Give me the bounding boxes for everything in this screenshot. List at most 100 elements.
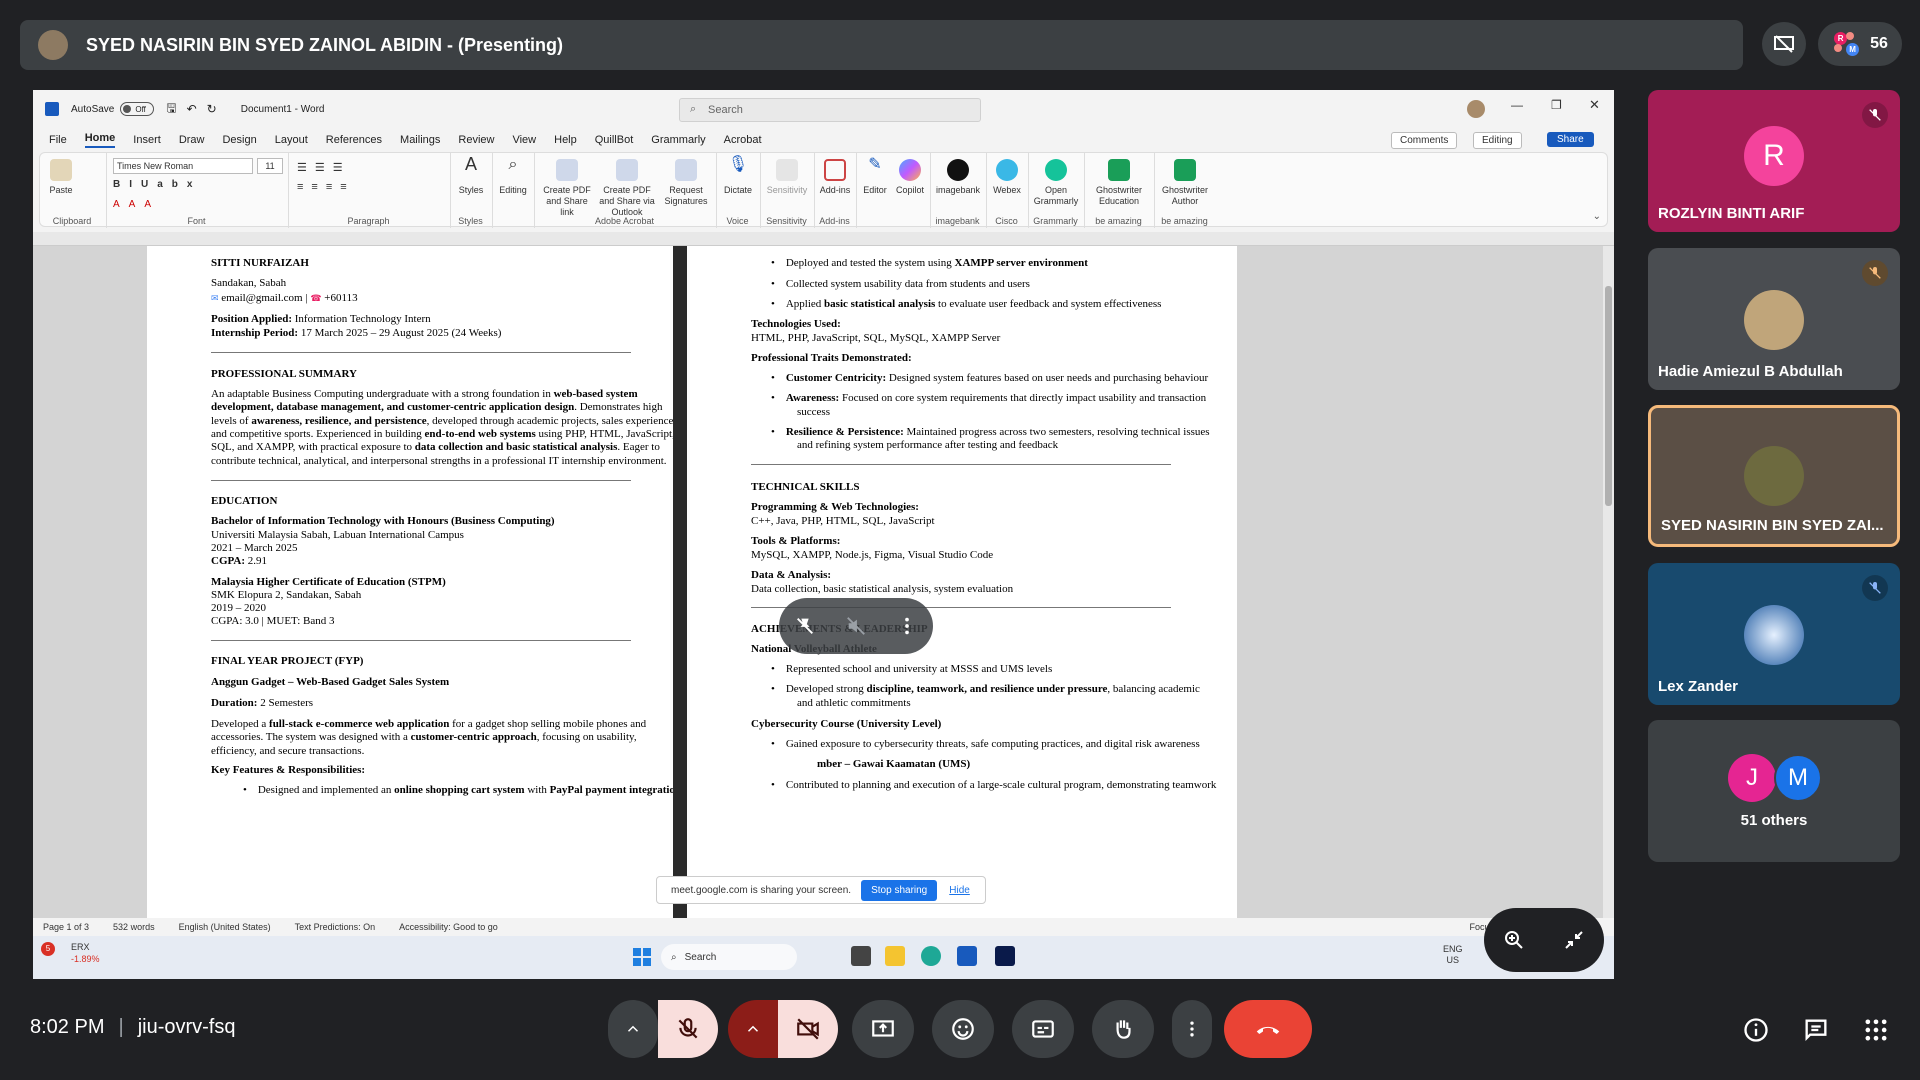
audio-off-icon[interactable]	[845, 615, 867, 637]
participant-tile[interactable]: Lex Zander	[1648, 563, 1900, 705]
others-tile[interactable]: J M 51 others	[1648, 720, 1900, 862]
edu2-dates: 2019 – 2020	[211, 602, 266, 614]
ribbon-collapse-icon[interactable]: ⌄	[1593, 211, 1601, 222]
undo-icon[interactable]: ↶	[187, 102, 197, 116]
share-button[interactable]: Share	[1547, 132, 1594, 147]
zoom-in-icon[interactable]	[1502, 928, 1526, 952]
app-icon-edge[interactable]	[921, 946, 941, 966]
present-screen-button[interactable]	[852, 1000, 914, 1058]
ghostwriter-education-button[interactable]: Ghostwriter Education	[1087, 159, 1151, 207]
redo-icon[interactable]: ↻	[207, 102, 217, 116]
app-icon-taskview[interactable]	[851, 946, 871, 966]
unpin-icon[interactable]	[794, 615, 816, 637]
tab-grammarly[interactable]: Grammarly	[651, 134, 705, 146]
close-icon[interactable]: ✕	[1589, 97, 1600, 113]
reactions-button[interactable]	[932, 1000, 994, 1058]
font-size-select[interactable]: 11	[257, 158, 283, 174]
open-grammarly-button[interactable]: Open Grammarly	[1031, 159, 1081, 207]
tab-file[interactable]: File	[49, 134, 67, 146]
vertical-scrollbar[interactable]	[1603, 246, 1614, 918]
period-value: 17 March 2025 – 29 August 2025 (24 Weeks…	[298, 327, 502, 339]
editor-button[interactable]: ✎ Editor	[859, 157, 891, 196]
comments-button[interactable]: Comments	[1391, 132, 1458, 149]
chat-icon[interactable]	[1802, 1016, 1830, 1049]
addins-button[interactable]: Add-ins	[817, 159, 853, 196]
skill1-label: Programming & Web Technologies:	[751, 501, 919, 513]
tab-mailings[interactable]: Mailings	[400, 134, 440, 146]
camera-toggle-button[interactable]	[778, 1000, 838, 1058]
participant-tile[interactable]: Hadie Amiezul B Abdullah	[1648, 248, 1900, 390]
color-buttons[interactable]: AAA	[113, 199, 160, 210]
tab-insert[interactable]: Insert	[133, 134, 161, 146]
paste-button[interactable]: Paste	[46, 159, 76, 196]
fyp-line: efficiency, and secure transactions.	[211, 744, 365, 757]
tab-help[interactable]: Help	[554, 134, 577, 146]
app-icon-explorer[interactable]	[885, 946, 905, 966]
ghostwriter-author-button[interactable]: Ghostwriter Author	[1157, 159, 1213, 207]
more-options-button[interactable]	[1172, 1000, 1212, 1058]
meeting-details-icon[interactable]	[1742, 1016, 1770, 1049]
video-options-button[interactable]	[728, 1000, 778, 1058]
autosave-toggle[interactable]: Off	[120, 102, 155, 116]
word-count: 532 words	[113, 922, 155, 932]
captions-button[interactable]	[1012, 1000, 1074, 1058]
participant-tile[interactable]: R ROZLYIN BINTI ARIF	[1648, 90, 1900, 232]
language-status[interactable]: English (United States)	[179, 922, 271, 932]
tab-view[interactable]: View	[512, 134, 536, 146]
taskbar-search[interactable]: ⌕ Search	[661, 944, 797, 970]
audio-options-button[interactable]	[608, 1000, 658, 1058]
app-icon-webex[interactable]	[995, 946, 1015, 966]
minimize-icon[interactable]: —	[1511, 98, 1523, 112]
sensitivity-button[interactable]: Sensitivity	[763, 159, 811, 196]
participant-tile-speaking[interactable]: SYED NASIRIN BIN SYED ZAI...	[1648, 405, 1900, 547]
word-search-box[interactable]: ⌕ Search	[679, 98, 981, 122]
editing-mode-button[interactable]: Editing	[1473, 132, 1522, 149]
activities-icon[interactable]	[1862, 1016, 1890, 1049]
editing-button[interactable]: ⌕ Editing	[495, 157, 531, 196]
skill3-label: Data & Analysis:	[751, 569, 832, 581]
restore-icon[interactable]: ❐	[1551, 98, 1562, 112]
fyp-duration-label: Duration:	[211, 697, 258, 709]
scroll-thumb[interactable]	[1605, 286, 1612, 506]
participants-count: 56	[1870, 35, 1888, 52]
more-options-icon[interactable]	[896, 615, 918, 637]
request-signatures-button[interactable]: Request Signatures	[661, 159, 711, 207]
leave-call-button[interactable]	[1224, 1000, 1312, 1058]
windows-start-icon[interactable]	[633, 948, 651, 966]
list-buttons[interactable]: ☰☰☰	[297, 161, 351, 174]
tab-acrobat[interactable]: Acrobat	[724, 134, 762, 146]
account-avatar[interactable]	[1467, 100, 1485, 118]
tab-home[interactable]: Home	[84, 132, 116, 148]
exit-fullscreen-icon[interactable]	[1562, 928, 1586, 952]
dictate-button[interactable]: 🎙 Dictate	[719, 157, 757, 196]
language-indicator[interactable]: ENG US	[1443, 944, 1463, 966]
copilot-button[interactable]: Copilot	[893, 159, 927, 196]
font-name-select[interactable]: Times New Roman	[113, 158, 253, 174]
document-page-right[interactable]: • Deployed and tested the system using X…	[687, 246, 1237, 918]
styles-button[interactable]: A Styles	[455, 155, 487, 196]
tab-review[interactable]: Review	[458, 134, 494, 146]
imagebank-button[interactable]: imagebank	[933, 159, 983, 196]
format-buttons[interactable]: BIUabx	[113, 179, 201, 190]
save-icon[interactable]: 🖫	[166, 99, 176, 120]
create-pdf-button[interactable]: Create PDF and Share link	[539, 159, 595, 218]
align-buttons[interactable]: ≡≡≡≡	[297, 181, 355, 193]
accessibility-status[interactable]: Accessibility: Good to go	[399, 922, 498, 932]
raise-hand-button[interactable]	[1092, 1000, 1154, 1058]
webex-button[interactable]: Webex	[989, 159, 1025, 196]
microphone-toggle-button[interactable]	[658, 1000, 718, 1058]
app-icon-word[interactable]	[957, 946, 977, 966]
document-page-left[interactable]: SITTI NURFAIZAH Sandakan, Sabah ✉ email@…	[147, 246, 673, 918]
tab-references[interactable]: References	[326, 134, 382, 146]
tab-layout[interactable]: Layout	[275, 134, 308, 146]
predictions-status[interactable]: Text Predictions: On	[295, 922, 376, 932]
stop-sharing-button[interactable]: Stop sharing	[861, 879, 938, 901]
tab-design[interactable]: Design	[222, 134, 256, 146]
create-pdf-outlook-button[interactable]: Create PDF and Share via Outlook	[597, 159, 657, 218]
feature-item: • Designed and implemented an online sho…	[243, 783, 673, 797]
tab-quillbot[interactable]: QuillBot	[595, 134, 634, 146]
tab-draw[interactable]: Draw	[179, 134, 205, 146]
pin-layout-button[interactable]	[1762, 22, 1806, 66]
hide-notice-link[interactable]: Hide	[949, 885, 970, 896]
people-button[interactable]: R M 56	[1818, 22, 1902, 66]
